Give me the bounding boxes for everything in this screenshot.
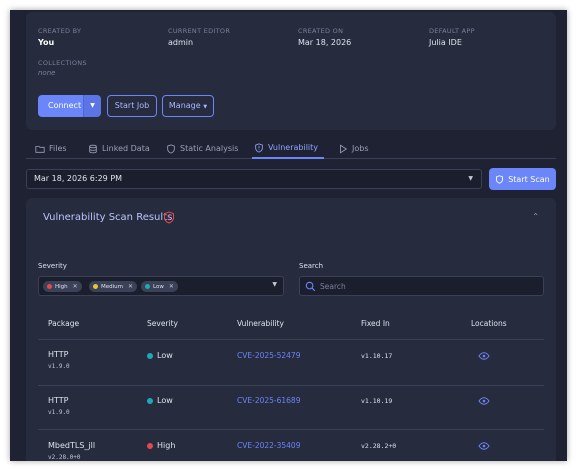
fixed-in-version: v1.10.19 — [361, 397, 393, 405]
manage-button[interactable]: Manage ▼ — [162, 95, 214, 117]
shield-alert-icon — [255, 142, 263, 153]
default-app-value: Julia IDE — [429, 38, 462, 47]
severity-chip-low: Low ✕ — [141, 281, 178, 292]
scan-results-card: Vulnerability Scan Results ⌃ Severity Se… — [26, 198, 556, 461]
severity-cell: Low — [147, 396, 173, 405]
package-version: v2.28.0+0 — [48, 454, 81, 461]
current-editor-label: CURRENT EDITOR — [168, 27, 231, 35]
column-header-severity: Severity — [147, 319, 178, 328]
package-name: MbedTLS_jll — [48, 441, 96, 450]
column-header-package: Package — [48, 319, 80, 328]
low-dot-icon — [147, 397, 153, 404]
tab-files[interactable]: Files — [35, 138, 67, 159]
severity-chip-high: High ✕ — [43, 281, 82, 292]
tab-linked-data[interactable]: Linked Data — [88, 138, 150, 159]
search-field — [299, 276, 544, 296]
default-app-label: DEFAULT APP — [429, 27, 475, 35]
tab-vulnerability[interactable]: Vulnerability — [252, 138, 324, 159]
severity-text: High — [157, 441, 176, 450]
tab-static-analysis[interactable]: Static Analysis — [166, 138, 238, 159]
low-dot-icon — [147, 352, 153, 359]
row-divider — [38, 339, 544, 340]
column-header-vulnerability: Vulnerability — [237, 319, 284, 328]
created-by-value: You — [38, 38, 55, 47]
severity-cell: Low — [147, 351, 173, 360]
manage-label: Manage — [168, 101, 201, 110]
folder-icon — [35, 145, 45, 153]
start-scan-button[interactable]: Start Scan — [489, 168, 556, 190]
scan-results-title: Vulnerability Scan Results — [43, 212, 173, 223]
search-icon — [305, 281, 316, 292]
chevron-down-icon: ▼ — [203, 104, 208, 110]
chevron-down-icon: ▼ — [90, 102, 95, 109]
package-name: HTTP — [48, 396, 69, 405]
shield-icon — [167, 143, 175, 154]
severity-multiselect[interactable]: High ✕ Medium ✕ Low ✕ ▼ — [38, 276, 284, 296]
tab-vulnerability-label: Vulnerability — [268, 143, 319, 152]
created-by-label: CREATED BY — [38, 27, 82, 35]
severity-chip-label: Low — [153, 283, 164, 290]
created-on-label: CREATED ON — [298, 27, 344, 35]
eye-icon[interactable] — [478, 442, 490, 450]
row-divider — [38, 385, 544, 386]
shield-warning-icon — [164, 211, 174, 224]
severity-chip-medium: Medium ✕ — [89, 281, 138, 292]
scan-date-select[interactable]: Mar 18, 2026 6:29 PM ▼ — [26, 169, 482, 189]
project-metadata-card: CREATED BY You CURRENT EDITOR admin CREA… — [26, 12, 556, 130]
chevron-down-icon: ▼ — [272, 281, 277, 288]
severity-chip-label: High — [55, 283, 68, 290]
vulnerability-link[interactable]: CVE-2022-35409 — [237, 441, 300, 450]
severity-chip-label: Medium — [101, 283, 123, 290]
tab-jobs[interactable]: Jobs — [338, 138, 369, 159]
chevron-up-icon[interactable]: ⌃ — [532, 212, 539, 221]
search-label: Search — [299, 262, 324, 270]
high-dot-icon — [47, 284, 52, 289]
chevron-down-icon: ▼ — [468, 175, 473, 182]
severity-cell: High — [147, 441, 175, 450]
severity-filter-label: Severity — [38, 262, 67, 270]
medium-dot-icon — [93, 284, 98, 289]
collections-value: none — [38, 69, 56, 77]
eye-icon[interactable] — [478, 397, 490, 405]
remove-chip-icon[interactable]: ✕ — [128, 283, 133, 290]
high-dot-icon — [147, 442, 153, 449]
start-job-button[interactable]: Start Job — [107, 95, 157, 117]
eye-icon[interactable] — [478, 352, 490, 360]
tab-linked-data-label: Linked Data — [102, 144, 150, 153]
created-on-value: Mar 18, 2026 — [298, 38, 352, 47]
connect-button-group: Connect ▼ — [38, 95, 101, 117]
column-header-fixed-in: Fixed In — [361, 319, 390, 328]
start-scan-label: Start Scan — [508, 174, 550, 184]
severity-text: Low — [157, 396, 173, 405]
fixed-in-version: v2.28.2+0 — [361, 442, 397, 450]
package-version: v1.9.0 — [48, 409, 70, 416]
tab-jobs-label: Jobs — [352, 144, 369, 153]
shield-icon — [496, 174, 504, 184]
collections-label: COLLECTIONS — [38, 59, 87, 67]
search-input[interactable] — [320, 279, 530, 293]
remove-chip-icon[interactable]: ✕ — [169, 283, 174, 290]
tab-static-analysis-label: Static Analysis — [180, 144, 239, 153]
database-icon — [89, 144, 97, 153]
scan-date-value: Mar 18, 2026 6:29 PM — [34, 174, 123, 183]
play-icon — [340, 143, 348, 154]
fixed-in-version: v1.10.17 — [361, 352, 393, 360]
remove-chip-icon[interactable]: ✕ — [73, 283, 78, 290]
severity-text: Low — [157, 351, 173, 360]
tab-files-label: Files — [49, 144, 67, 153]
package-name: HTTP — [48, 350, 69, 359]
vulnerability-link[interactable]: CVE-2025-52479 — [237, 351, 300, 360]
package-version: v1.9.0 — [48, 363, 70, 370]
connect-button[interactable]: Connect — [38, 95, 83, 117]
current-editor-value: admin — [168, 38, 194, 47]
connect-dropdown-toggle[interactable]: ▼ — [83, 95, 101, 117]
project-tabs: Files Linked Data Static Analysis Vulner… — [26, 138, 556, 159]
low-dot-icon — [145, 284, 150, 289]
vulnerability-link[interactable]: CVE-2025-61689 — [237, 396, 300, 405]
column-header-locations: Locations — [471, 319, 507, 328]
project-window: CREATED BY You CURRENT EDITOR admin CREA… — [10, 10, 567, 461]
row-divider — [38, 429, 544, 430]
